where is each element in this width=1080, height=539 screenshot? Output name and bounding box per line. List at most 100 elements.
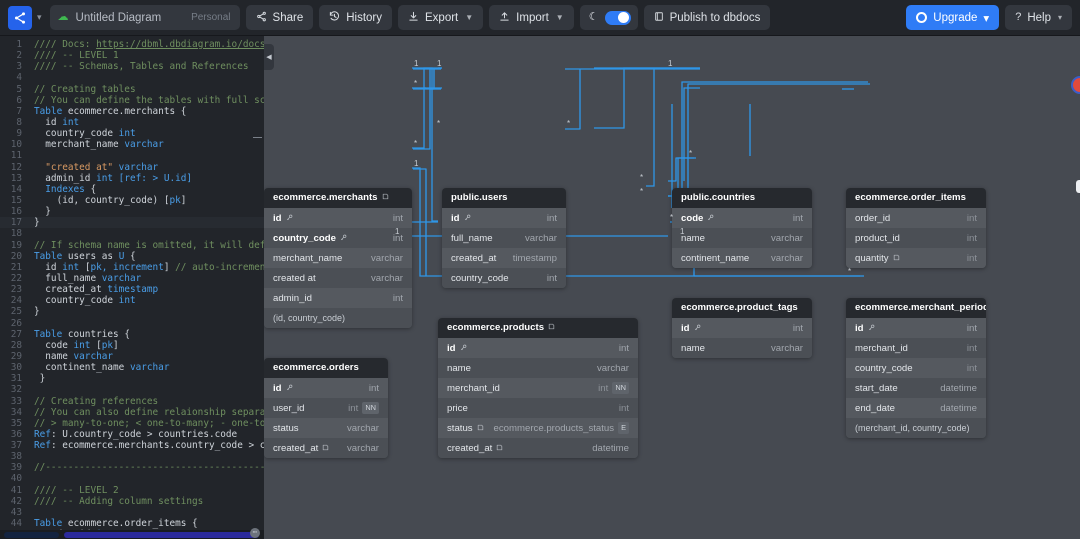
code-line[interactable]: 16 } xyxy=(0,206,264,217)
table-header[interactable]: ecommerce.order_items xyxy=(846,188,986,208)
help-button[interactable]: ? Help ▾ xyxy=(1005,5,1072,30)
table-field-row[interactable]: id int xyxy=(846,318,986,338)
table-field-row[interactable]: status varchar xyxy=(264,418,388,438)
table-field-row[interactable]: price int xyxy=(438,398,638,418)
table-field-row[interactable]: merchant_id int NN xyxy=(438,378,638,398)
note-icon[interactable] xyxy=(548,322,555,333)
table-field-row[interactable]: merchant_id int xyxy=(846,338,986,358)
table-header[interactable]: ecommerce.merchants xyxy=(264,188,412,208)
table-field-row[interactable]: code int xyxy=(672,208,812,228)
code-line[interactable]: 34 // You can also define relaionship sep… xyxy=(0,407,264,418)
logo-dropdown-caret-icon[interactable]: ▾ xyxy=(37,13,42,22)
table-header[interactable]: ecommerce.merchant_periods xyxy=(846,298,986,318)
document-name-chip[interactable]: ☁ Untitled Diagram Personal xyxy=(49,5,240,30)
table-field-row[interactable]: admin_id int xyxy=(264,288,412,308)
field-note-icon[interactable] xyxy=(477,423,484,434)
table-field-row[interactable]: continent_name varchar xyxy=(672,248,812,268)
table-ecommerce-orders[interactable]: ecommerce.orders id int user_id int NN status v… xyxy=(264,358,388,458)
table-field-row[interactable]: created_at timestamp xyxy=(442,248,566,268)
table-ecommerce-merchants[interactable]: ecommerce.merchants id int country_code int m… xyxy=(264,188,412,328)
dbdiagram-logo-icon[interactable] xyxy=(8,5,32,30)
table-field-row[interactable]: country_code int xyxy=(846,358,986,378)
code-line[interactable]: 32 xyxy=(0,384,264,395)
code-line[interactable]: 1 //// Docs: https://dbml.dbdiagram.io/do… xyxy=(0,39,264,50)
code-line[interactable]: 9 country_code int xyxy=(0,128,264,139)
table-field-row[interactable]: name varchar xyxy=(438,358,638,378)
import-button[interactable]: Import ▼ xyxy=(489,5,574,30)
table-field-row[interactable]: start_date datetime xyxy=(846,378,986,398)
editor-scroll-thumb[interactable] xyxy=(64,531,259,538)
code-line[interactable]: 12 "created at" varchar xyxy=(0,162,264,173)
table-field-row[interactable]: user_id int NN xyxy=(264,398,388,418)
code-line[interactable]: 3 //// -- Schemas, Tables and References xyxy=(0,61,264,72)
code-line[interactable]: 44 Table ecommerce.order_items { xyxy=(0,518,264,529)
code-line[interactable]: 37 Ref: ecommerce.merchants.country_code … xyxy=(0,440,264,451)
table-field-row[interactable]: status ecommerce.products_status E xyxy=(438,418,638,438)
diagram-canvas[interactable]: ecommerce.merchants id int country_code int m… xyxy=(264,36,1080,539)
code-line[interactable]: 39 //------------------------------------… xyxy=(0,462,264,473)
code-line[interactable]: 33 // Creating references xyxy=(0,396,264,407)
table-field-row[interactable]: end_date datetime xyxy=(846,398,986,418)
table-field-row[interactable]: full_name varchar xyxy=(442,228,566,248)
code-line[interactable]: 30 continent_name varchar xyxy=(0,362,264,373)
field-note-icon[interactable] xyxy=(496,443,503,454)
code-line[interactable]: 15 (id, country_code) [pk] xyxy=(0,195,264,206)
table-field-row[interactable]: created_at datetime xyxy=(438,438,638,458)
code-line[interactable]: 23 created_at timestamp xyxy=(0,284,264,295)
note-icon[interactable] xyxy=(382,192,389,203)
table-header[interactable]: ecommerce.orders xyxy=(264,358,388,378)
code-line[interactable]: 22 full_name varchar xyxy=(0,273,264,284)
code-line[interactable]: 28 code int [pk] xyxy=(0,340,264,351)
theme-switch[interactable] xyxy=(604,10,631,25)
dark-mode-toggle[interactable]: ☾ xyxy=(579,5,638,30)
publish-to-dbdocs-button[interactable]: Publish to dbdocs xyxy=(643,5,771,30)
code-line[interactable]: 35 // > many-to-one; < one-to-many; - one… xyxy=(0,418,264,429)
code-line[interactable]: 42 //// -- Adding column settings xyxy=(0,496,264,507)
table-ecommerce-products[interactable]: ecommerce.products id int name varchar mercha… xyxy=(438,318,638,458)
code-line[interactable]: 24 country_code int xyxy=(0,295,264,306)
code-line[interactable]: 10 merchant_name varchar xyxy=(0,139,264,150)
table-field-row[interactable]: order_id int xyxy=(846,208,986,228)
table-ecommerce-merchant-periods[interactable]: ecommerce.merchant_periods id int merchant_… xyxy=(846,298,986,438)
table-ecommerce-order-items[interactable]: ecommerce.order_items order_id int product_… xyxy=(846,188,986,268)
table-field-row[interactable]: id int xyxy=(672,318,812,338)
table-field-row[interactable]: created at varchar xyxy=(264,268,412,288)
upgrade-button[interactable]: Upgrade ▾ xyxy=(906,5,1000,30)
table-field-row[interactable]: id int xyxy=(442,208,566,228)
code-line[interactable]: 40 xyxy=(0,473,264,484)
share-button[interactable]: Share xyxy=(245,5,314,30)
more-dots-icon[interactable]: ⋯ xyxy=(250,528,260,538)
code-line[interactable]: 8 id int xyxy=(0,117,264,128)
code-line[interactable]: 17} xyxy=(0,217,264,229)
code-line[interactable]: 13 admin_id int [ref: > U.id] xyxy=(0,173,264,184)
code-line[interactable]: 26 xyxy=(0,318,264,329)
table-field-row[interactable]: id int xyxy=(438,338,638,358)
code-line[interactable]: 41 //// -- LEVEL 2 xyxy=(0,485,264,496)
code-line[interactable]: 20 Table users as U { xyxy=(0,251,264,262)
code-line[interactable]: 25} xyxy=(0,306,264,317)
table-ecommerce-product-tags[interactable]: ecommerce.product_tags id int name varchar xyxy=(672,298,812,358)
code-line[interactable]: 14 Indexes { xyxy=(0,184,264,195)
export-button[interactable]: Export ▼ xyxy=(398,5,484,30)
code-line[interactable]: 19 // If schema name is omitted, it will … xyxy=(0,240,264,251)
code-line[interactable]: 2 //// -- LEVEL 1 xyxy=(0,50,264,61)
code-line[interactable]: 7 Table ecommerce.merchants { xyxy=(0,106,264,117)
code-line[interactable]: 21 id int [pk, increment] // auto-increm… xyxy=(0,262,264,273)
table-header[interactable]: public.countries xyxy=(672,188,812,208)
table-header[interactable]: public.users xyxy=(442,188,566,208)
code-lines[interactable]: 1 //// Docs: https://dbml.dbdiagram.io/do… xyxy=(0,36,264,539)
table-public-users[interactable]: public.users id int full_name varchar created… xyxy=(442,188,566,288)
table-field-row[interactable]: created_at varchar xyxy=(264,438,388,458)
table-header[interactable]: ecommerce.product_tags xyxy=(672,298,812,318)
table-field-row[interactable]: quantity int xyxy=(846,248,986,268)
side-panel-handle-icon[interactable] xyxy=(1076,180,1080,193)
table-header[interactable]: ecommerce.products xyxy=(438,318,638,338)
table-field-row[interactable]: country_code int xyxy=(442,268,566,288)
code-line[interactable]: 31 } xyxy=(0,373,264,384)
editor-scroll-thumb-left[interactable] xyxy=(4,531,59,538)
field-note-icon[interactable] xyxy=(322,443,329,454)
code-line[interactable]: 29 name varchar xyxy=(0,351,264,362)
table-index-row[interactable]: (merchant_id, country_code) xyxy=(846,418,986,438)
table-public-countries[interactable]: public.countries code int name varchar contin… xyxy=(672,188,812,268)
history-button[interactable]: History xyxy=(319,5,392,30)
